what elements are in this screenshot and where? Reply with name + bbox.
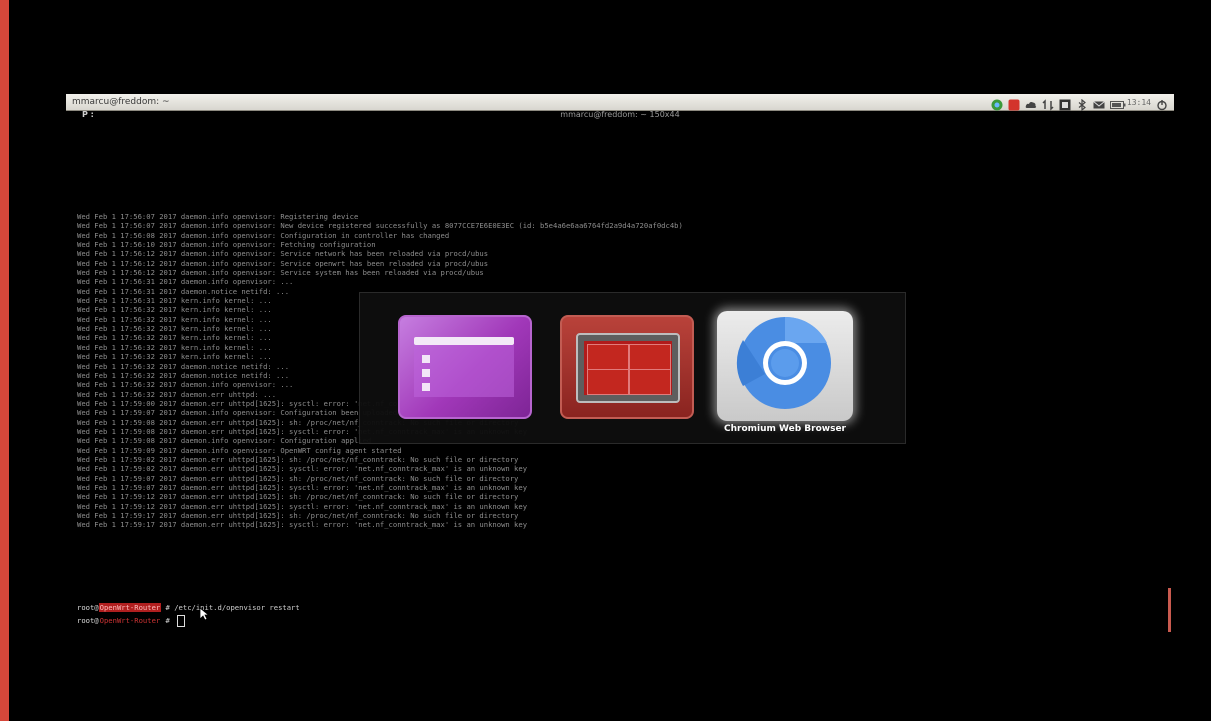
log-line: Wed Feb 1 17:56:10 2017 daemon.info open… <box>77 240 376 250</box>
prompt-host: OpenWrt-Router <box>98 603 162 612</box>
prompt-host: OpenWrt-Router <box>99 616 161 625</box>
system-tray: 13:14 <box>991 96 1174 112</box>
app-switcher-item-remote-desktop[interactable] <box>560 311 694 419</box>
bluetooth-icon[interactable] <box>1076 96 1088 112</box>
chromium-icon <box>717 311 853 421</box>
log-line: Wed Feb 1 17:59:02 2017 daemon.err uhttp… <box>77 454 519 464</box>
log-line: Wed Feb 1 17:59:09 2017 daemon.info open… <box>77 445 402 455</box>
terminal-title: mmarcu@freddom: ~ 150x44 <box>560 110 680 119</box>
clock[interactable]: 13:14 <box>1127 98 1151 107</box>
mouse-pointer-icon <box>199 607 209 621</box>
log-line: Wed Feb 1 17:56:07 2017 daemon.info open… <box>77 212 359 221</box>
text-cursor <box>177 615 186 627</box>
prompt-command: # <box>161 616 175 625</box>
remote-desktop-icon <box>560 315 694 419</box>
red-app-tray-icon[interactable] <box>1008 96 1020 111</box>
log-line: Wed Feb 1 17:56:07 2017 daemon.info open… <box>77 221 683 231</box>
app-switcher: Chromium Web Browser <box>359 292 906 444</box>
terminal-active-prompt[interactable]: root@OpenWrt-Router # <box>77 615 186 627</box>
log-line: Wed Feb 1 17:56:31 2017 daemon.info open… <box>77 277 294 287</box>
prompt-command: # /etc/init.d/openvisor restart <box>161 603 300 612</box>
log-line: Wed Feb 1 17:59:07 2017 daemon.err uhttp… <box>77 482 528 492</box>
terminal-tab[interactable]: mmarcu@freddom: ~ <box>66 97 272 107</box>
battery-icon[interactable] <box>1109 96 1126 109</box>
log-line: Wed Feb 1 17:56:12 2017 daemon.info open… <box>77 249 489 259</box>
log-line: Wed Feb 1 17:59:07 2017 daemon.err uhttp… <box>77 473 519 483</box>
log-line: Wed Feb 1 17:56:12 2017 daemon.info open… <box>77 268 484 278</box>
log-line: Wed Feb 1 17:59:17 2017 daemon.err uhttp… <box>77 520 528 530</box>
terminal-prompt-line: root@OpenWrt-Router # /etc/init.d/openvi… <box>77 603 300 612</box>
terminal-scrollbar[interactable] <box>1168 588 1171 632</box>
app-switcher-selected-label: Chromium Web Browser <box>724 424 846 434</box>
log-line: Wed Feb 1 17:59:12 2017 daemon.err uhttp… <box>77 501 528 511</box>
power-icon[interactable] <box>1156 96 1168 111</box>
log-line: Wed Feb 1 17:56:08 2017 daemon.info open… <box>77 230 450 240</box>
keyboard-layout-icon[interactable] <box>1059 96 1071 111</box>
log-line: Wed Feb 1 17:59:17 2017 daemon.err uhttp… <box>77 511 519 520</box>
prompt-user: root@ <box>77 603 99 612</box>
app-switcher-item-chromium[interactable] <box>717 311 853 421</box>
cloud-icon[interactable] <box>1025 96 1037 108</box>
app-switcher-item-files[interactable] <box>398 311 532 419</box>
prompt-user: root@ <box>77 616 99 625</box>
file-manager-icon <box>398 315 532 419</box>
terminal-header: P : mmarcu@freddom: ~ 150x44 <box>66 110 1174 122</box>
chromium-tray-icon[interactable] <box>991 96 1003 111</box>
log-line: Wed Feb 1 17:56:12 2017 daemon.info open… <box>77 258 489 268</box>
network-transfer-icon[interactable] <box>1042 96 1054 111</box>
log-line: Wed Feb 1 17:59:12 2017 daemon.err uhttp… <box>77 492 519 502</box>
log-line: Wed Feb 1 17:59:02 2017 daemon.err uhttp… <box>77 464 528 474</box>
top-panel: mmarcu@freddom: ~ 13:14 <box>66 94 1174 112</box>
desktop-screen: mmarcu@freddom: ~ 13:14 P: mmarcu@fredd… <box>9 0 1211 721</box>
mail-icon[interactable] <box>1093 96 1105 109</box>
